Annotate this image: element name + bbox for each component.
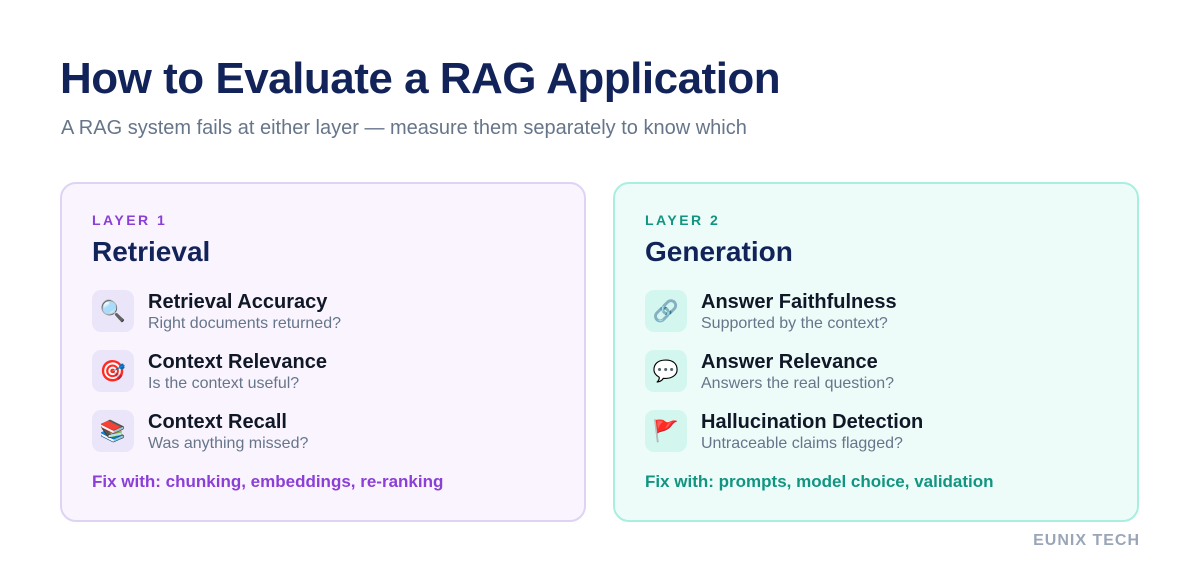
metric-name: Retrieval Accuracy (148, 291, 328, 313)
metric-name: Hallucination Detection (701, 411, 924, 433)
page-subtitle: A RAG system fails at either layer — mea… (61, 117, 747, 139)
magnifying-glass-icon: 🔍 (92, 290, 134, 332)
page-title: How to Evaluate a RAG Application (60, 54, 781, 103)
speech-bubble-icon: 💬 (645, 350, 687, 392)
retrieval-layer-card: LAYER 1 Retrieval 🔍 Retrieval Accuracy R… (60, 182, 586, 522)
metric-description: Untraceable claims flagged? (701, 435, 903, 452)
metric-name: Context Recall (148, 411, 287, 433)
target-icon: 🎯 (92, 350, 134, 392)
layer-title: Generation (645, 236, 793, 267)
metric-description: Supported by the context? (701, 315, 888, 332)
infographic-page: How to Evaluate a RAG Application A RAG … (0, 0, 1200, 578)
red-flag-icon: 🚩 (645, 410, 687, 452)
link-icon: 🔗 (645, 290, 687, 332)
brand-logo-text: EUNIX TECH (1033, 532, 1140, 549)
fix-note: Fix with: chunking, embeddings, re-ranki… (92, 472, 444, 491)
layer-label: LAYER 1 (92, 212, 168, 228)
books-icon: 📚 (92, 410, 134, 452)
metric-name: Answer Relevance (701, 351, 878, 373)
metric-name: Answer Faithfulness (701, 291, 897, 313)
fix-note: Fix with: prompts, model choice, validat… (645, 472, 994, 491)
metric-description: Answers the real question? (701, 375, 894, 392)
layer-label: LAYER 2 (645, 212, 721, 228)
metric-description: Was anything missed? (148, 435, 309, 452)
layer-title: Retrieval (92, 236, 211, 267)
metric-name: Context Relevance (148, 351, 327, 373)
metric-description: Is the context useful? (148, 375, 300, 392)
generation-layer-card: LAYER 2 Generation 🔗 Answer Faithfulness… (613, 182, 1139, 522)
metric-description: Right documents returned? (148, 315, 341, 332)
